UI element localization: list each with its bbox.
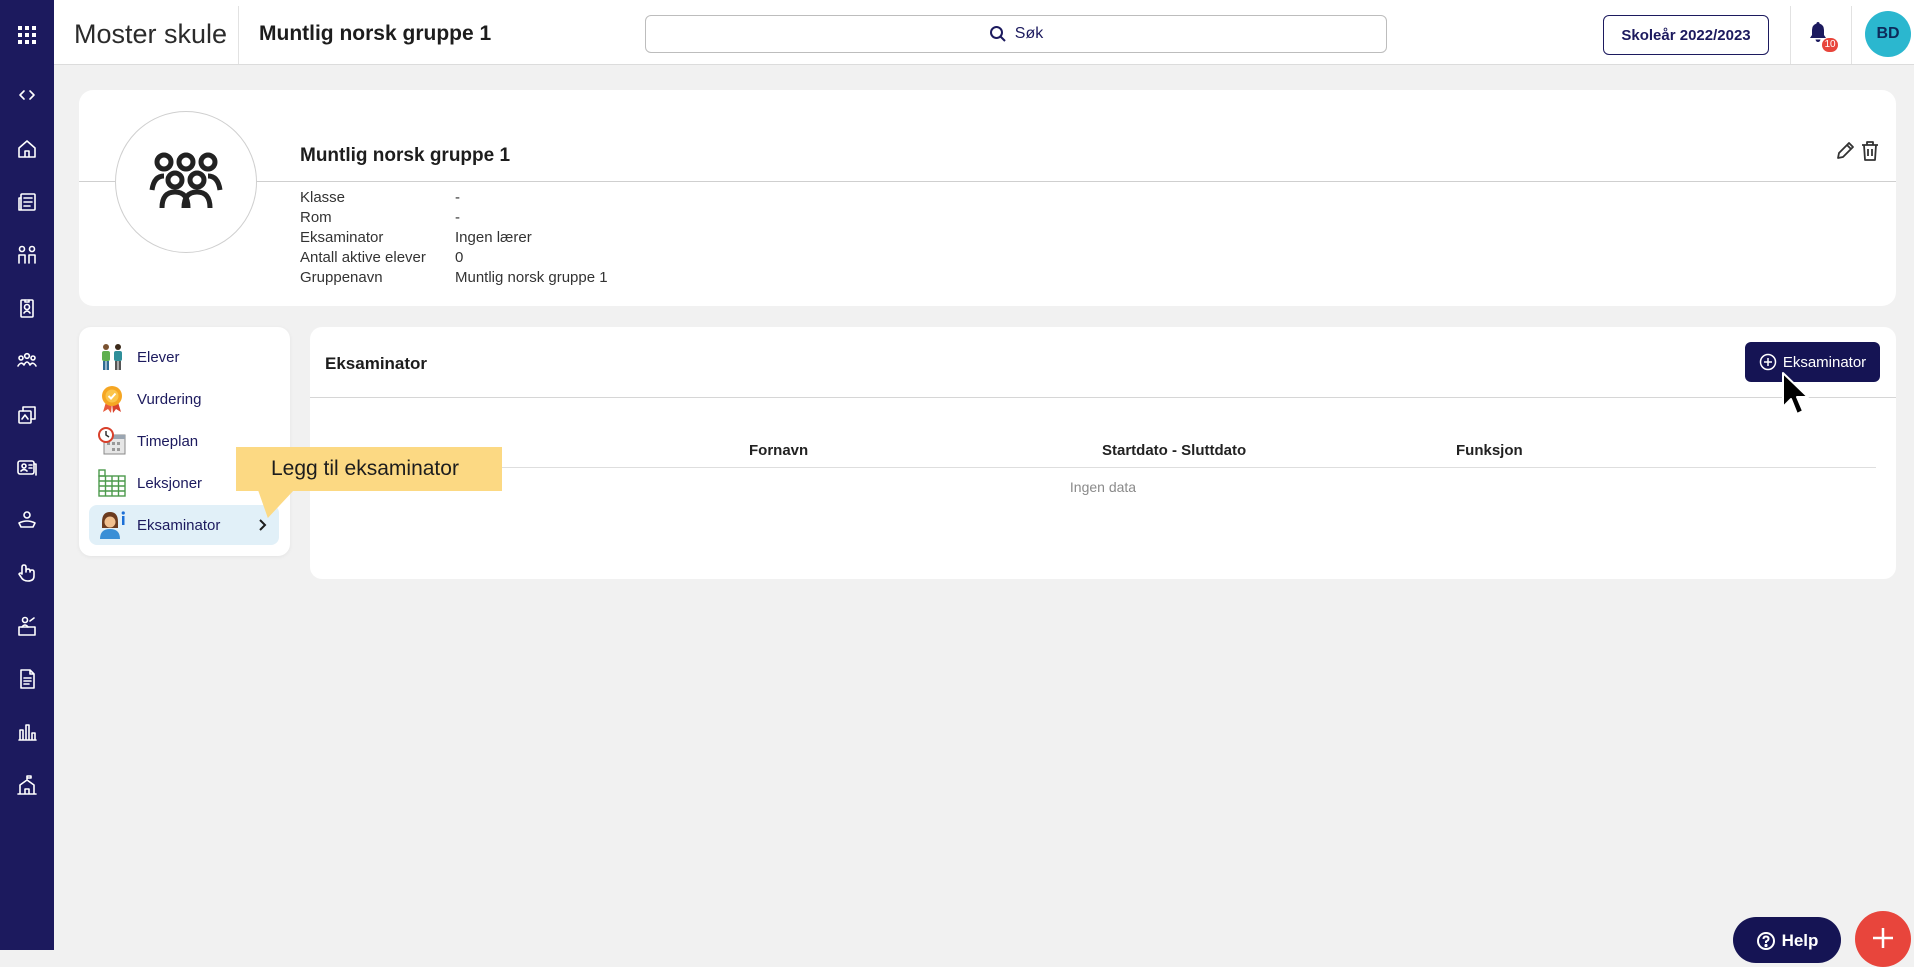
info-value: -: [455, 209, 460, 226]
panel-title: Eksaminator: [325, 354, 428, 373]
plus-circle-icon: [1759, 353, 1777, 371]
examiner-icon: [100, 511, 125, 539]
search-label: Søk: [1014, 25, 1044, 42]
info-key: Antall aktive elever: [300, 249, 426, 266]
chevron-right-icon: [257, 517, 267, 533]
menu-item-vurdering[interactable]: Vurdering: [89, 379, 279, 419]
trash-icon[interactable]: [1860, 140, 1880, 162]
left-nav-rail: [0, 0, 54, 950]
school-icon[interactable]: [0, 765, 54, 805]
info-key: Eksaminator: [300, 229, 384, 246]
info-value: Muntlig norsk gruppe 1: [455, 269, 608, 286]
search-bar[interactable]: Søk: [645, 15, 1387, 53]
column-header-funksjon[interactable]: Funksjon: [1456, 442, 1523, 459]
divider: [1851, 6, 1852, 64]
document-icon[interactable]: [0, 659, 54, 699]
group-side-menu: Elever Vurdering Timeplan Leksjoner Eksa…: [79, 327, 290, 556]
user-avatar[interactable]: BD: [1865, 11, 1911, 57]
group-info-list: Klasse - Rom - Eksaminator Ingen lærer Anta…: [300, 188, 608, 288]
apps-grid-icon[interactable]: [0, 15, 54, 55]
help-button[interactable]: Help: [1733, 917, 1841, 963]
info-value: 0: [455, 249, 464, 266]
info-row-gruppenavn: Gruppenavn Muntlig norsk gruppe 1: [300, 268, 608, 288]
info-key: Rom: [300, 209, 332, 226]
column-header-fornavn[interactable]: Fornavn: [749, 442, 808, 459]
menu-item-label: Elever: [137, 348, 180, 366]
lessons-grid-icon: [98, 469, 126, 497]
menu-item-label: Leksjoner: [137, 474, 203, 492]
info-value: -: [455, 189, 460, 206]
question-circle-icon: [1756, 932, 1775, 950]
activity-icon[interactable]: [0, 394, 54, 434]
panel-divider: [310, 397, 1896, 398]
divider: [1790, 6, 1791, 64]
info-value: Ingen lærer: [455, 229, 532, 246]
news-icon[interactable]: [0, 182, 54, 222]
info-key: Gruppenavn: [300, 269, 383, 286]
group-avatar: [115, 111, 257, 253]
expand-collapse-icon[interactable]: [0, 75, 54, 115]
notifications-button[interactable]: 10: [1806, 20, 1838, 52]
bar-chart-icon[interactable]: [0, 712, 54, 752]
info-row-rom: Rom -: [300, 208, 608, 228]
header-divider: [79, 181, 1896, 182]
info-row-antall-elever: Antall aktive elever 0: [300, 248, 608, 268]
school-name: Moster skule: [74, 19, 228, 49]
help-label: Help: [1781, 931, 1819, 950]
reading-icon[interactable]: [0, 500, 54, 540]
info-key: Klasse: [300, 189, 346, 206]
teacher-icon[interactable]: [0, 606, 54, 646]
home-icon[interactable]: [0, 129, 54, 169]
add-fab-button[interactable]: [1855, 911, 1911, 967]
school-year-button[interactable]: Skoleår 2022/2023: [1603, 15, 1769, 55]
assessment-badge-icon: [102, 386, 122, 413]
hand-icon[interactable]: [0, 553, 54, 593]
info-row-eksaminator: Eksaminator Ingen lærer: [300, 228, 608, 248]
pencil-icon[interactable]: [1834, 140, 1856, 162]
page-title: Muntlig norsk gruppe 1: [259, 22, 492, 45]
add-examiner-label: Eksaminator: [1782, 353, 1867, 371]
groups-icon[interactable]: [0, 235, 54, 275]
group-people-icon: [149, 152, 223, 209]
examiner-panel: Eksaminator Eksaminator Fornavn Startdat…: [310, 327, 1896, 579]
empty-state-text: Ingen data: [1069, 479, 1137, 495]
add-examiner-button[interactable]: Eksaminator: [1745, 342, 1880, 382]
menu-item-label: Timeplan: [137, 432, 199, 450]
group-title: Muntlig norsk gruppe 1: [300, 145, 511, 166]
menu-item-label: Vurdering: [137, 390, 202, 408]
students-icon: [102, 344, 122, 370]
badge-icon[interactable]: [0, 288, 54, 328]
people-icon[interactable]: [0, 341, 54, 381]
menu-item-elever[interactable]: Elever: [89, 337, 279, 377]
divider: [238, 6, 239, 64]
menu-item-label: Eksaminator: [137, 516, 221, 534]
plus-icon: [1873, 928, 1893, 948]
column-header-dates[interactable]: Startdato - Sluttdato: [1102, 442, 1246, 459]
search-icon: [989, 26, 1006, 42]
mouse-cursor-icon: [1782, 372, 1809, 415]
id-card-icon[interactable]: [0, 447, 54, 487]
tooltip: Legg til eksaminator: [236, 447, 502, 491]
schedule-icon: [98, 427, 126, 455]
top-bar: Moster skule Muntlig norsk gruppe 1 Søk …: [54, 0, 1914, 65]
notification-count-badge: 10: [1822, 38, 1838, 52]
table-header-divider: [325, 467, 1876, 468]
info-row-klasse: Klasse -: [300, 188, 608, 208]
group-header-card: Muntlig norsk gruppe 1 Klasse - Rom - Eksa…: [79, 90, 1896, 306]
